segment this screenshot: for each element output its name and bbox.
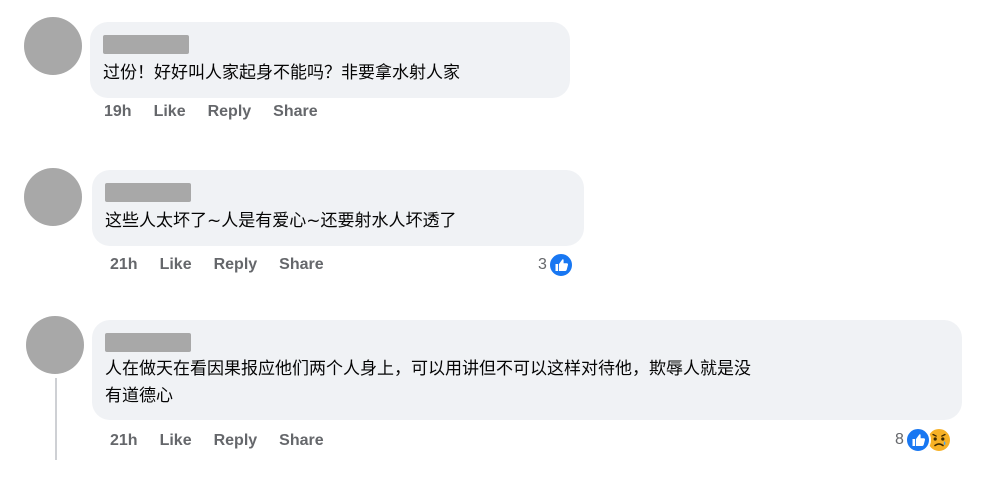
avatar[interactable] — [24, 17, 82, 75]
reaction-summary[interactable]: 8 — [895, 427, 952, 453]
comment-bubble: 过份！好好叫人家起身不能吗？非要拿水射人家 — [90, 22, 570, 98]
comment-text: 这些人太坏了~人是有爱心~还要射水人坏透了 — [105, 211, 457, 231]
reply-button[interactable]: Reply — [214, 256, 258, 274]
comment-timestamp[interactable]: 19h — [104, 103, 132, 121]
share-button[interactable]: Share — [273, 103, 317, 121]
comment-timestamp[interactable]: 21h — [110, 256, 138, 274]
comment-actions: 19h Like Reply Share — [104, 103, 318, 121]
comment-text-line1: 人在做天在看因果报应他们两个人身上，可以用讲但不可以这样对待他，欺辱人就是没 — [105, 359, 751, 379]
redacted-author-name[interactable] — [105, 183, 191, 202]
comment-text: 过份！好好叫人家起身不能吗？非要拿水射人家 — [103, 63, 460, 83]
like-button[interactable]: Like — [160, 432, 192, 450]
share-button[interactable]: Share — [279, 256, 323, 274]
reaction-count: 8 — [895, 431, 904, 448]
reply-button[interactable]: Reply — [214, 432, 258, 450]
reaction-count: 3 — [538, 256, 547, 273]
comment-text-line2: 有道德心 — [105, 386, 173, 406]
comment-bubble: 这些人太坏了~人是有爱心~还要射水人坏透了 — [92, 170, 584, 246]
comment-actions: 21h Like Reply Share — [110, 256, 324, 274]
reaction-summary[interactable]: 3 — [538, 252, 574, 278]
comment-bubble: 人在做天在看因果报应他们两个人身上，可以用讲但不可以这样对待他，欺辱人就是没 有… — [92, 320, 962, 420]
avatar[interactable] — [24, 168, 82, 226]
like-icon — [904, 427, 931, 453]
like-icon — [547, 252, 574, 278]
thread-line — [55, 378, 57, 460]
like-button[interactable]: Like — [160, 256, 192, 274]
like-button[interactable]: Like — [154, 103, 186, 121]
redacted-author-name[interactable] — [105, 333, 191, 352]
share-button[interactable]: Share — [279, 432, 323, 450]
comment-actions: 21h Like Reply Share — [110, 432, 324, 450]
redacted-author-name[interactable] — [103, 35, 189, 54]
comment-timestamp[interactable]: 21h — [110, 432, 138, 450]
avatar[interactable] — [26, 316, 84, 374]
reply-button[interactable]: Reply — [208, 103, 252, 121]
